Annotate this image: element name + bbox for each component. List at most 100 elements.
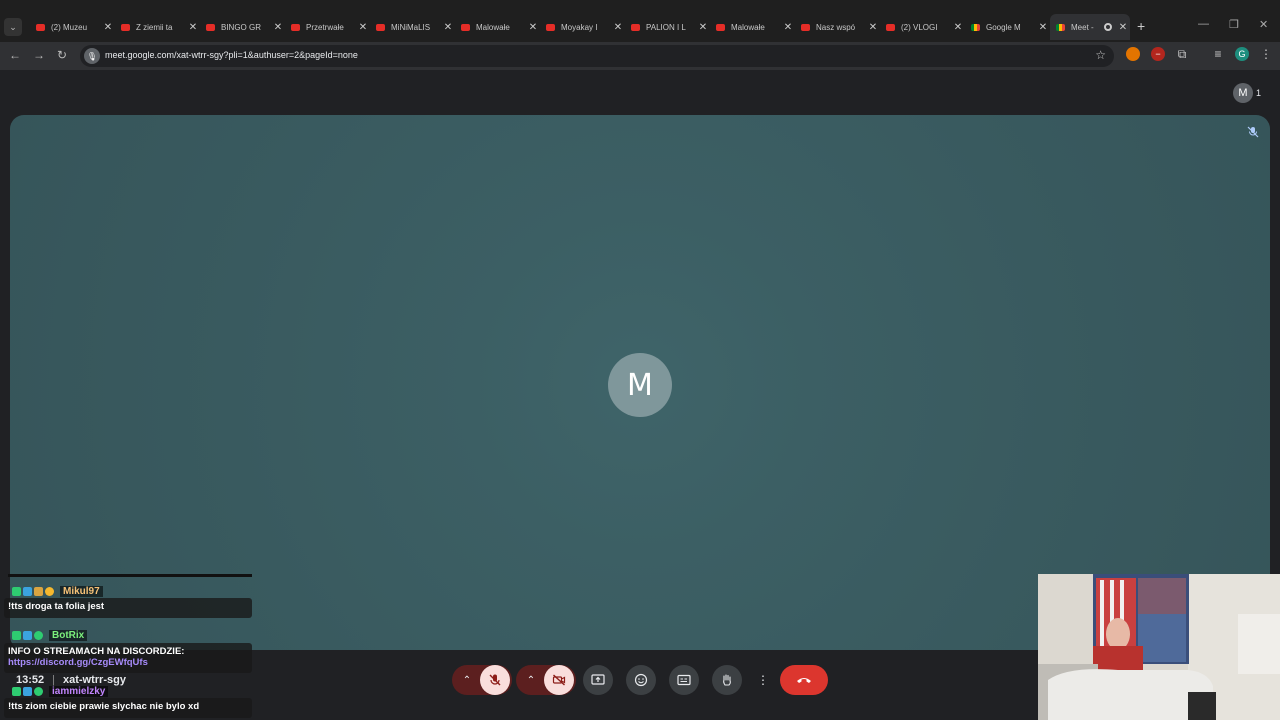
camera-off-icon xyxy=(552,674,566,686)
verified-badge-icon xyxy=(23,586,32,596)
meet-icon xyxy=(1056,23,1065,31)
verified-badge-icon xyxy=(23,630,32,640)
youtube-icon xyxy=(716,23,725,31)
close-tab-icon[interactable]: ✕ xyxy=(356,22,370,33)
browser-tab[interactable]: MiNiMaLIS ✕ xyxy=(370,16,455,38)
present-screen-button[interactable] xyxy=(583,665,613,695)
browser-tab[interactable]: PALION I L ✕ xyxy=(625,16,710,38)
webcam-overlay xyxy=(1038,574,1280,720)
extension-icon[interactable] xyxy=(1126,47,1140,61)
leave-call-button[interactable] xyxy=(780,665,828,695)
forward-icon[interactable]: → xyxy=(33,48,45,62)
reactions-button[interactable] xyxy=(626,665,656,695)
tab-search-button[interactable]: ⌄ xyxy=(4,18,22,36)
youtube-icon xyxy=(291,23,300,31)
browser-toolbar: ← → ↻ 🎙 meet.google.com/xat-wtrr-sgy?pli… xyxy=(0,42,1280,70)
url-text: meet.google.com/xat-wtrr-sgy?pli=1&authu… xyxy=(105,50,358,60)
youtube-icon xyxy=(36,23,45,31)
discord-link[interactable]: https://discord.gg/CzgEWfqUfs xyxy=(8,657,248,668)
captions-button[interactable] xyxy=(669,665,699,695)
minimize-icon[interactable]: — xyxy=(1198,18,1209,30)
media-control-icon[interactable]: ≡ xyxy=(1211,47,1225,61)
chat-divider xyxy=(8,574,252,577)
youtube-icon xyxy=(121,23,130,31)
participant-count: 1 xyxy=(1256,88,1262,98)
chat-message: !tts droga ta folia jest xyxy=(4,598,252,618)
extension-icon[interactable]: − xyxy=(1151,47,1165,61)
bookmark-star-icon[interactable]: ☆ xyxy=(1095,48,1106,62)
close-window-icon[interactable]: ✕ xyxy=(1259,18,1268,31)
verified-badge-icon xyxy=(23,686,32,696)
mic-off-icon xyxy=(1245,124,1261,140)
chat-message: INFO O STREAMACH NA DISCORDZIE: https://… xyxy=(4,643,252,673)
emoji-icon xyxy=(634,673,648,687)
chat-message-header: BotRix xyxy=(12,628,88,642)
close-tab-icon[interactable]: ✕ xyxy=(186,22,200,33)
camera-toggle-button[interactable] xyxy=(544,665,574,695)
video-settings-chevron-icon[interactable]: ⌃ xyxy=(518,665,544,695)
mic-badge-icon xyxy=(34,586,43,596)
hangup-icon xyxy=(797,678,811,683)
browser-tab[interactable]: Z ziemii ta ✕ xyxy=(115,16,200,38)
meet-icon xyxy=(971,23,980,31)
webcam-video xyxy=(1038,574,1280,720)
browser-tab[interactable]: Moyakay I ✕ xyxy=(540,16,625,38)
raise-hand-button[interactable] xyxy=(712,665,742,695)
close-tab-icon[interactable]: ✕ xyxy=(526,22,540,33)
browser-tab[interactable]: Nasz wspó ✕ xyxy=(795,16,880,38)
youtube-icon xyxy=(886,23,895,31)
close-tab-icon[interactable]: ✕ xyxy=(781,22,795,33)
address-bar[interactable]: 🎙 meet.google.com/xat-wtrr-sgy?pli=1&aut… xyxy=(80,45,1114,67)
kick-badge-icon xyxy=(12,586,21,596)
youtube-icon xyxy=(631,23,640,31)
close-tab-icon[interactable]: ✕ xyxy=(1036,22,1050,33)
close-tab-icon[interactable]: ✕ xyxy=(101,22,115,33)
chat-username: BotRix xyxy=(49,629,88,641)
browser-tab[interactable]: (2) VLOGI ✕ xyxy=(880,16,965,38)
chat-username: iammielzky xyxy=(49,685,109,697)
youtube-icon xyxy=(801,23,810,31)
kick-badge-icon xyxy=(12,630,21,640)
close-tab-icon[interactable]: ✕ xyxy=(696,22,710,33)
present-icon xyxy=(591,674,605,685)
close-tab-icon[interactable]: ✕ xyxy=(611,22,625,33)
browser-tab[interactable]: Malowałe ✕ xyxy=(455,16,540,38)
browser-tab[interactable]: BINGO GR ✕ xyxy=(200,16,285,38)
hand-icon xyxy=(723,674,731,686)
chat-username: Mikul97 xyxy=(60,585,103,597)
mic-off-icon xyxy=(489,674,501,686)
check-badge-icon xyxy=(34,630,43,640)
close-tab-icon[interactable]: ✕ xyxy=(866,22,880,33)
participant-avatar-small[interactable]: M xyxy=(1233,83,1253,103)
restore-icon[interactable]: ❐ xyxy=(1229,18,1239,31)
browser-tab[interactable]: Google M ✕ xyxy=(965,16,1050,38)
browser-menu-icon[interactable]: ⋮ xyxy=(1259,47,1273,61)
profile-avatar[interactable]: G xyxy=(1235,47,1249,61)
youtube-icon xyxy=(546,23,555,31)
youtube-icon xyxy=(376,23,385,31)
more-options-icon[interactable]: ⋮ xyxy=(753,665,773,695)
recording-icon xyxy=(1104,23,1112,31)
sub-badge-icon xyxy=(45,586,54,596)
back-icon[interactable]: ← xyxy=(9,48,21,62)
chat-message: !tts ziom ciebie prawie slychac nie bylo… xyxy=(4,698,252,718)
audio-settings-chevron-icon[interactable]: ⌃ xyxy=(454,665,480,695)
kick-badge-icon xyxy=(12,686,21,696)
browser-tab[interactable]: (2) Muzeu ✕ xyxy=(30,16,115,38)
extensions-puzzle-icon[interactable]: ⧉ xyxy=(1175,47,1189,61)
new-tab-button[interactable]: + xyxy=(1137,18,1145,34)
close-tab-icon[interactable]: ✕ xyxy=(271,22,285,33)
chat-message-header: iammielzky xyxy=(12,684,109,698)
participant-avatar: M xyxy=(608,353,672,417)
youtube-icon xyxy=(461,23,470,31)
site-info-icon[interactable]: 🎙 xyxy=(84,48,100,64)
reload-icon[interactable]: ↻ xyxy=(57,48,67,62)
close-tab-icon[interactable]: ✕ xyxy=(1116,22,1130,33)
close-tab-icon[interactable]: ✕ xyxy=(951,22,965,33)
browser-tab-active[interactable]: Meet - ✕ xyxy=(1050,14,1130,40)
browser-tab[interactable]: Przetrwałe ✕ xyxy=(285,16,370,38)
close-tab-icon[interactable]: ✕ xyxy=(441,22,455,33)
browser-tab[interactable]: Malowałe ✕ xyxy=(710,16,795,38)
check-badge-icon xyxy=(34,686,43,696)
mic-toggle-button[interactable] xyxy=(480,665,510,695)
